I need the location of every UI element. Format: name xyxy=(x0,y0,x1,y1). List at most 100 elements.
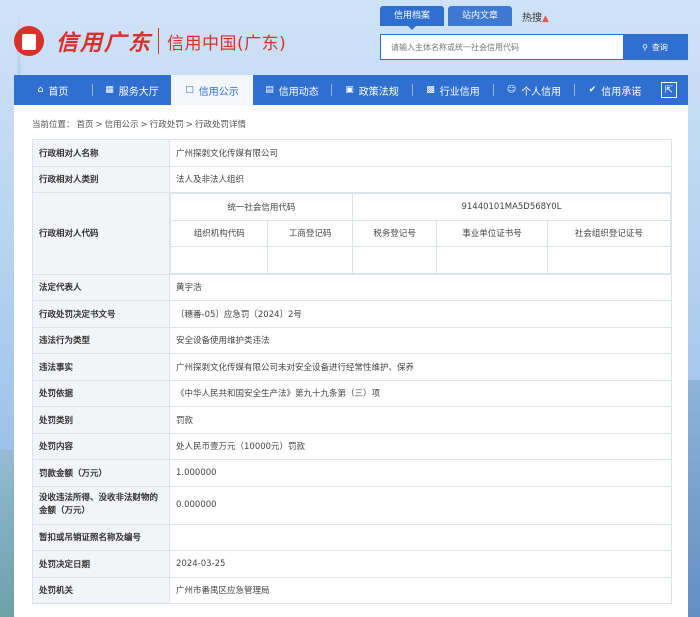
nav-label: 信用承诺 xyxy=(601,86,642,98)
person-icon: ☺ xyxy=(506,85,517,95)
field-label: 处罚类别 xyxy=(32,406,170,434)
breadcrumb-home[interactable]: 首页 xyxy=(77,120,94,130)
table-row: 组织机构代码 工商登记码 税务登记号 事业单位证书号 社会组织登记证号 xyxy=(169,219,672,247)
table-row: 处罚依据 《中华人民共和国安全生产法》第九十九条第（三）项 xyxy=(32,379,672,407)
nav-item-industry[interactable]: ▩ 行业信用 xyxy=(413,75,493,105)
table-row: 没收违法所得、没收非法财物的金额（万元） 0.000000 xyxy=(32,485,672,525)
nav-item-services[interactable]: ▦ 服务大厅 xyxy=(93,75,171,105)
field-value: 广州探剥文化传媒有限公司未对安全设备进行经常性维护、保养 xyxy=(169,353,672,381)
logo-text: 信用中国(广东) xyxy=(167,33,287,54)
site-header: 信用广东 信用中国(广东) 信用档案 站内文章 热搜▲ ⚲ 查询 xyxy=(0,0,700,75)
uscc-value: 91440101MA5D568Y0L xyxy=(351,193,672,221)
field-label: 处罚内容 xyxy=(32,432,170,460)
search-tabs: 信用档案 站内文章 热搜▲ xyxy=(380,6,549,30)
logo-emblem-icon xyxy=(14,24,44,58)
field-label: 行政相对人名称 xyxy=(32,139,170,167)
nav-label: 个人信用 xyxy=(521,86,562,98)
breadcrumb-publicity[interactable]: 信用公示 xyxy=(105,120,139,130)
main-nav: ⌂ 首页 ▦ 服务大厅 □ 信用公示 ▤ 信用动态 ▣ 政策法规 ▩ 行业信用 ☺ 个人信用 … xyxy=(14,75,688,105)
tab-credit-archive[interactable]: 信用档案 xyxy=(380,6,445,30)
breadcrumb-prefix: 当前位置： xyxy=(32,120,75,130)
table-row: 处罚类别 罚款 xyxy=(32,406,672,434)
nav-item-personal[interactable]: ☺ 个人信用 xyxy=(494,75,574,105)
code-header: 税务登记号 xyxy=(351,219,438,247)
field-label: 行政相对人类别 xyxy=(32,165,170,193)
nav-item-promise[interactable]: ✔ 信用承诺 xyxy=(575,75,655,105)
field-value: 0.000000 xyxy=(169,485,672,525)
table-row: 行政处罚决定书文号 〔穗番-05〕应急罚〔2024〕2号 xyxy=(32,300,672,328)
breadcrumb-sep: > xyxy=(185,120,193,130)
table-row: 处罚决定日期 2024-03-25 xyxy=(32,550,672,578)
nav-item-home[interactable]: ⌂ 首页 xyxy=(14,75,92,105)
hot-search-link[interactable]: 热搜▲ xyxy=(522,9,549,24)
field-value: 安全设备使用维护类违法 xyxy=(169,326,672,354)
field-label: 违法行为类型 xyxy=(32,326,170,354)
penalty-detail-table: 行政相对人名称 广州探剥文化传媒有限公司 行政相对人类别 法人及非法人组织 行政… xyxy=(32,139,672,604)
field-label: 罚款金额（万元） xyxy=(32,459,170,487)
expand-icon: ⇱ xyxy=(661,82,677,98)
publicity-icon: □ xyxy=(185,85,194,95)
code-header: 事业单位证书号 xyxy=(436,219,548,247)
field-value: 黄宇浩 xyxy=(169,273,672,301)
logo-divider xyxy=(158,28,160,54)
search-input[interactable] xyxy=(381,35,623,59)
field-label: 处罚决定日期 xyxy=(32,550,170,578)
policy-icon: ▣ xyxy=(345,85,354,95)
table-row: 处罚内容 处人民币壹万元（10000元）罚款 xyxy=(32,432,672,460)
hot-search-label: 热搜 xyxy=(522,12,543,24)
uscc-label: 统一社会信用代码 xyxy=(170,193,353,221)
code-value xyxy=(267,246,353,274)
code-header: 社会组织登记证号 xyxy=(546,219,672,247)
field-value xyxy=(169,523,672,551)
nav-item-publicity[interactable]: □ 信用公示 xyxy=(171,75,253,105)
search-button-label: 查询 xyxy=(651,42,668,52)
field-value: 广州市番禺区应急管理局 xyxy=(169,576,672,604)
field-label: 处罚机关 xyxy=(32,576,170,604)
code-header: 组织机构代码 xyxy=(169,219,269,247)
table-row: 违法事实 广州探剥文化传媒有限公司未对安全设备进行经常性维护、保养 xyxy=(32,353,672,381)
table-row: 暂扣或吊销证照名称及编号 xyxy=(32,523,672,551)
table-row: 行政相对人名称 广州探剥文化传媒有限公司 xyxy=(32,139,672,167)
field-value: 1.000000 xyxy=(169,459,672,487)
more-menu-button[interactable]: ⇱ xyxy=(656,82,682,98)
field-value: 《中华人民共和国安全生产法》第九十九条第（三）项 xyxy=(169,379,672,407)
tab-site-articles[interactable]: 站内文章 xyxy=(448,6,513,26)
services-icon: ▦ xyxy=(105,85,114,95)
field-value: 广州探剥文化传媒有限公司 xyxy=(169,139,672,167)
table-row: 违法行为类型 安全设备使用维护类违法 xyxy=(32,326,672,354)
nav-label: 政策法规 xyxy=(358,86,399,98)
nav-label: 行业信用 xyxy=(439,86,480,98)
field-label: 行政相对人代码 xyxy=(32,192,170,275)
code-header: 工商登记码 xyxy=(267,219,353,247)
table-row: 处罚机关 广州市番禺区应急管理局 xyxy=(32,576,672,604)
code-value xyxy=(351,246,438,274)
promise-icon: ✔ xyxy=(588,85,597,95)
field-value: 法人及非法人组织 xyxy=(169,165,672,193)
field-label: 行政处罚决定书文号 xyxy=(32,300,170,328)
nav-label: 服务大厅 xyxy=(118,86,159,98)
breadcrumb-penalty[interactable]: 行政处罚 xyxy=(150,120,184,130)
code-value xyxy=(546,246,672,274)
search-button[interactable]: ⚲ 查询 xyxy=(623,35,687,59)
fire-icon: ▲ xyxy=(542,13,549,24)
search-icon: ⚲ xyxy=(642,42,648,52)
code-subtable-cell: 统一社会信用代码 91440101MA5D568Y0L 组织机构代码 工商登记码… xyxy=(169,192,672,275)
code-subtable: 统一社会信用代码 91440101MA5D568Y0L 组织机构代码 工商登记码… xyxy=(169,193,672,274)
table-row: 行政相对人类别 法人及非法人组织 xyxy=(32,165,672,193)
table-row: 行政相对人代码 统一社会信用代码 91440101MA5D568Y0L 组织机构… xyxy=(32,192,672,275)
table-row: 罚款金额（万元） 1.000000 xyxy=(32,459,672,487)
nav-item-news[interactable]: ▤ 信用动态 xyxy=(253,75,331,105)
table-row xyxy=(169,246,672,274)
field-label: 没收违法所得、没收非法财物的金额（万元） xyxy=(32,485,170,525)
table-row: 法定代表人 黄宇浩 xyxy=(32,273,672,301)
breadcrumb-sep: > xyxy=(95,120,103,130)
background-buildings xyxy=(686,380,700,617)
site-logo[interactable]: 信用广东 信用中国(广东) xyxy=(14,24,286,58)
breadcrumb-sep: > xyxy=(140,120,148,130)
main-content: 当前位置： 首页 > 信用公示 > 行政处罚 > 行政处罚详情 行政相对人名称 广州探剥文化传… xyxy=(14,105,688,617)
field-value: 罚款 xyxy=(169,406,672,434)
nav-item-policy[interactable]: ▣ 政策法规 xyxy=(332,75,412,105)
news-icon: ▤ xyxy=(265,85,274,95)
code-value xyxy=(436,246,548,274)
field-value: 2024-03-25 xyxy=(169,550,672,578)
